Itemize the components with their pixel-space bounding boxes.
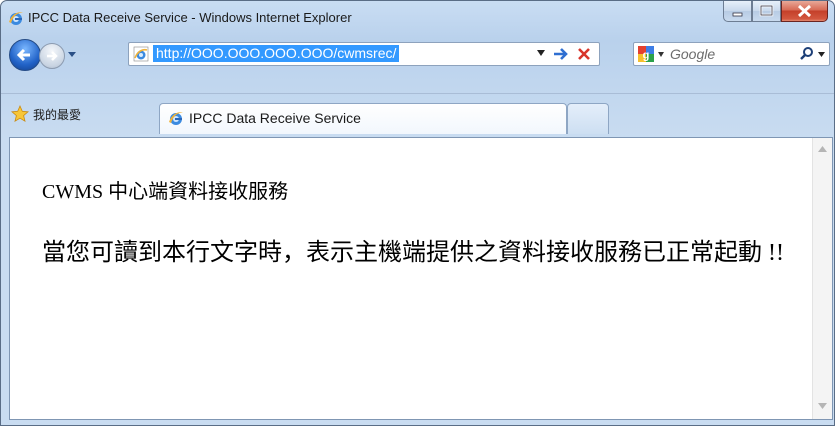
window-title: IPCC Data Receive Service - Windows Inte… [28,10,352,25]
internet-explorer-icon [169,112,183,125]
search-magnifier-icon[interactable] [800,46,814,60]
search-options-dropdown-icon[interactable] [818,52,825,57]
page-heading: CWMS 中心端資料接收服務 [42,181,289,203]
close-button[interactable] [781,1,828,22]
scroll-down-arrow-icon[interactable] [818,403,827,409]
tab-ipcc-data-receive-service[interactable]: IPCC Data Receive Service [159,103,567,134]
page-message: 當您可讀到本行文字時，表示主機端提供之資料接收服務已正常起動 !! [42,240,784,266]
address-bar[interactable]: http://OOO.OOO.OOO.OOO/cwmsrec/ [128,42,600,66]
ie-page-icon [133,46,149,62]
forward-icon [47,51,58,61]
maximize-icon [759,4,774,17]
svg-text:g: g [643,50,650,62]
search-placeholder: Google [670,46,716,62]
tab-label: IPCC Data Receive Service [189,110,361,126]
go-arrow-icon[interactable] [552,46,570,62]
internet-explorer-icon [9,12,23,25]
history-dropdown-icon[interactable] [67,49,77,59]
back-button[interactable] [9,39,41,71]
search-provider-dropdown-icon[interactable] [658,52,664,57]
google-icon: g [638,46,654,62]
star-icon [11,105,29,123]
stop-icon[interactable] [576,46,592,62]
caption-buttons [723,1,828,23]
new-tab-button[interactable] [567,103,609,134]
tab-bar: 我的最愛 IPCC Data Receive Service [1,93,834,134]
close-icon [797,4,812,18]
maximize-button[interactable] [752,1,781,22]
address-url[interactable]: http://OOO.OOO.OOO.OOO/cwmsrec/ [153,45,400,62]
browser-window: IPCC Data Receive Service - Windows Inte… [0,0,835,426]
address-dropdown-icon[interactable] [537,50,545,56]
favorites-label: 我的最愛 [33,107,82,122]
minimize-button[interactable] [723,1,752,22]
back-icon [16,48,30,62]
page-viewport: CWMS 中心端資料接收服務 當您可讀到本行文字時，表示主機端提供之資料接收服務… [9,137,833,420]
forward-button[interactable] [39,43,65,69]
vertical-scrollbar[interactable] [812,138,832,419]
page-content: CWMS 中心端資料接收服務 當您可讀到本行文字時，表示主機端提供之資料接收服務… [10,138,812,419]
title-bar[interactable]: IPCC Data Receive Service - Windows Inte… [1,1,834,35]
minimize-icon [732,12,743,17]
navigation-bar: http://OOO.OOO.OOO.OOO/cwmsrec/ g Google [1,35,834,73]
favorites-button[interactable]: 我的最愛 [11,104,81,124]
search-box[interactable]: g Google [633,42,830,66]
scroll-up-arrow-icon[interactable] [818,146,827,152]
